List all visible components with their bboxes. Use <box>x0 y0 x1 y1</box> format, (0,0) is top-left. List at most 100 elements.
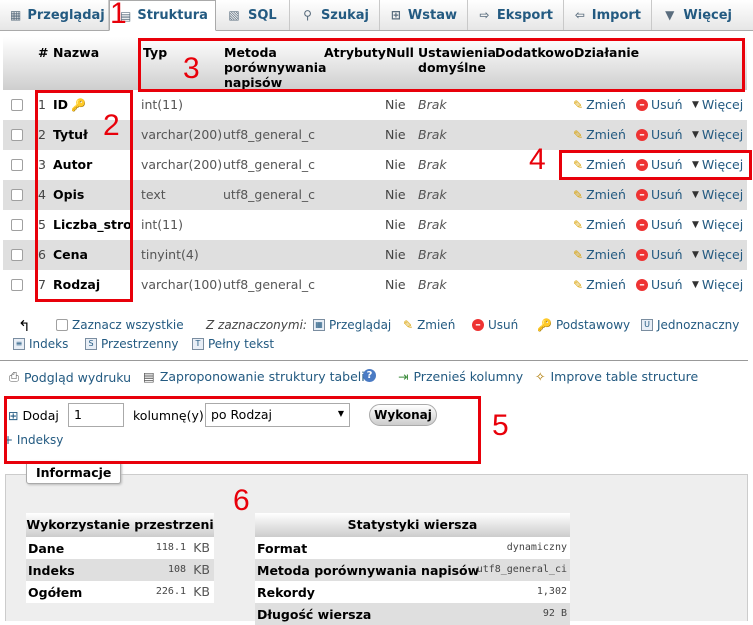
bulk-primary-button[interactable]: 🔑 Podstawowy <box>537 318 630 332</box>
tab-import-label: Import <box>591 7 641 23</box>
row-checkbox[interactable] <box>11 99 23 111</box>
propose-structure-link[interactable]: ▤ Zaproponowanie struktury tabeli <box>143 369 365 384</box>
change-label: Zmień <box>586 97 626 112</box>
change-label: Zmień <box>586 247 626 262</box>
stat-label: Format <box>257 541 308 556</box>
bulk-change-button[interactable]: ✎ Zmień <box>403 318 455 332</box>
bulk-unique-button[interactable]: U Jednoznaczny <box>641 318 739 332</box>
tab-import[interactable]: ⇦ Import <box>564 0 652 30</box>
row-default: Brak <box>418 217 447 232</box>
annotation-number-2: 2 <box>103 109 120 142</box>
annotation-number-5: 5 <box>492 409 509 442</box>
row-checkbox[interactable] <box>11 159 23 171</box>
import-icon: ⇦ <box>574 8 585 22</box>
help-icon[interactable]: ? <box>363 369 376 382</box>
tab-browse-label: Przeglądaj <box>27 7 105 23</box>
pencil-icon: ✎ <box>573 97 584 112</box>
bulk-primary-label: Podstawowy <box>555 318 631 332</box>
row-null: Nie <box>385 187 406 202</box>
change-button[interactable]: ✎ Zmień <box>573 187 626 202</box>
chevron-down-icon: ▼ <box>692 189 699 200</box>
chevron-down-icon: ▼ <box>665 8 675 22</box>
more-button[interactable]: ▼ Więcej <box>692 277 743 292</box>
row-default: Brak <box>418 157 447 172</box>
space-value: 118.1 <box>155 542 186 553</box>
more-button[interactable]: ▼ Więcej <box>692 217 743 232</box>
check-all-checkbox[interactable] <box>56 319 68 331</box>
bulk-fulltext-label: Pełny tekst <box>208 337 275 351</box>
change-button[interactable]: ✎ Zmień <box>573 127 626 142</box>
bulk-index-label: Indeks <box>29 337 69 351</box>
fulltext-icon: T <box>192 338 204 350</box>
annotation-number-6: 6 <box>233 484 250 517</box>
row-checkbox[interactable] <box>11 189 23 201</box>
drop-label: Usuń <box>651 187 683 202</box>
table-icon: ▦ <box>313 319 325 331</box>
bulk-drop-button[interactable]: – Usuń <box>472 318 518 332</box>
tab-insert[interactable]: ⊞ Wstaw <box>380 0 468 30</box>
bulk-change-label: Zmień <box>417 318 456 332</box>
bulk-spatial-button[interactable]: S Przestrzenny <box>85 337 179 351</box>
key-icon: 🔑 <box>537 318 552 332</box>
row-stats-title: Statystyki wiersza <box>255 513 570 537</box>
space-usage-table: Wykorzystanie przestrzeni Dane 118.1 KB … <box>26 513 214 603</box>
change-button[interactable]: ✎ Zmień <box>573 97 626 112</box>
drop-button[interactable]: – Usuń <box>636 277 683 292</box>
drop-button[interactable]: – Usuń <box>636 247 683 262</box>
bulk-fulltext-button[interactable]: T Pełny tekst <box>192 337 274 351</box>
improve-structure-link[interactable]: ✧ Improve table structure <box>535 369 698 384</box>
space-label: Dane <box>28 541 65 556</box>
header-name[interactable]: Nazwa <box>53 45 99 60</box>
row-type: text <box>141 187 166 202</box>
chevron-down-icon: ▼ <box>692 129 699 140</box>
tab-more[interactable]: ▼ Więcej <box>652 0 742 30</box>
row-stats-table: Statystyki wiersza Format dynamiczny Met… <box>255 513 570 625</box>
table-row: Indeks 108 KB <box>26 559 214 581</box>
search-icon: ⚲ <box>303 8 312 22</box>
index-icon: ≡ <box>13 338 25 350</box>
row-checkbox[interactable] <box>11 219 23 231</box>
change-label: Zmień <box>586 127 626 142</box>
wand-icon: ✧ <box>535 369 546 384</box>
tab-search[interactable]: ⚲ Szukaj <box>290 0 380 30</box>
row-null: Nie <box>385 127 406 142</box>
print-view-link[interactable]: ⎙ Podgląd wydruku <box>9 369 131 385</box>
drop-button[interactable]: – Usuń <box>636 97 683 112</box>
row-type: varchar(200) <box>141 127 223 142</box>
change-button[interactable]: ✎ Zmień <box>573 247 626 262</box>
tab-search-label: Szukaj <box>320 7 369 23</box>
bulk-browse-button[interactable]: ▦ Przeglądaj <box>313 318 391 332</box>
stat-value: dynamiczny <box>506 542 567 553</box>
more-button[interactable]: ▼ Więcej <box>692 187 743 202</box>
tab-export[interactable]: ⇨ Eksport <box>468 0 564 30</box>
chevron-down-icon: ▼ <box>692 99 699 110</box>
row-checkbox[interactable] <box>11 279 23 291</box>
with-selected-label: Z zaznaczonymi: <box>206 318 307 332</box>
table-row: Format dynamiczny <box>255 537 570 559</box>
more-button[interactable]: ▼ Więcej <box>692 97 743 112</box>
change-label: Zmień <box>586 277 626 292</box>
row-checkbox[interactable] <box>11 249 23 261</box>
space-unit: KB <box>193 540 210 555</box>
more-label: Więcej <box>701 127 744 142</box>
row-null: Nie <box>385 97 406 112</box>
tab-sql[interactable]: ▧ SQL <box>216 0 290 30</box>
stat-value: utf8_general_ci <box>476 564 567 575</box>
check-all[interactable]: Zaznacz wszystkie <box>56 318 184 332</box>
bulk-index-button[interactable]: ≡ Indeks <box>13 337 68 351</box>
row-checkbox[interactable] <box>11 129 23 141</box>
change-button[interactable]: ✎ Zmień <box>573 217 626 232</box>
table-row: Długość wiersza 92 B <box>255 603 570 625</box>
change-button[interactable]: ✎ Zmień <box>573 277 626 292</box>
check-all-label: Zaznacz wszystkie <box>72 318 184 332</box>
move-columns-link[interactable]: ⇥ Przenieś kolumny <box>398 369 523 384</box>
drop-button[interactable]: – Usuń <box>636 127 683 142</box>
header-num: # <box>38 45 49 60</box>
more-button[interactable]: ▼ Więcej <box>692 247 743 262</box>
drop-button[interactable]: – Usuń <box>636 187 683 202</box>
tab-browse[interactable]: ▦ Przeglądaj <box>0 0 109 30</box>
more-button[interactable]: ▼ Więcej <box>692 127 743 142</box>
change-label: Zmień <box>586 187 626 202</box>
row-type: int(11) <box>141 97 183 112</box>
drop-button[interactable]: – Usuń <box>636 217 683 232</box>
